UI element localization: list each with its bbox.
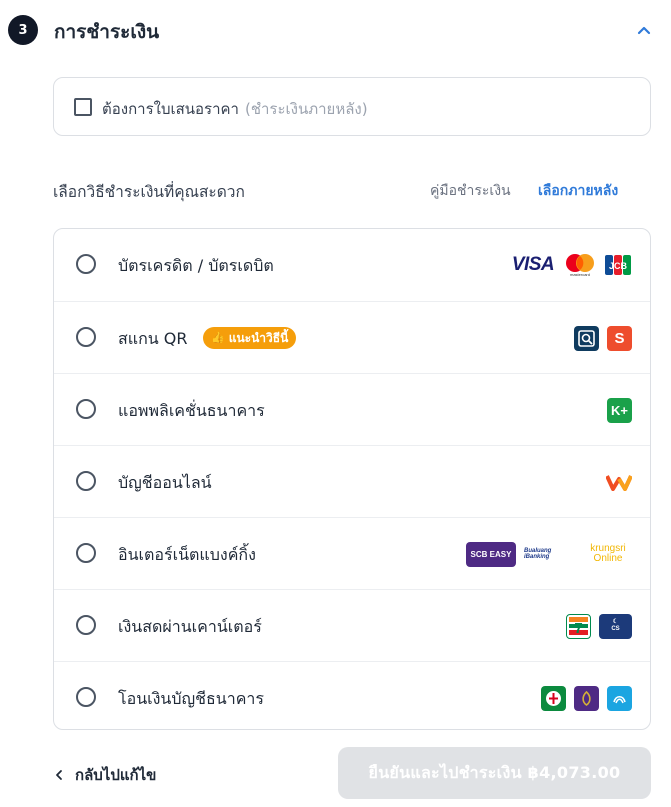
mastercard-icon: mastercard: [564, 253, 596, 277]
svg-text:JCB: JCB: [609, 261, 628, 271]
back-label: กลับไปแก้ไข: [75, 766, 157, 784]
chevron-up-icon: [637, 26, 651, 35]
jcb-icon: JCB: [604, 254, 632, 276]
radio-counter[interactable]: [76, 615, 96, 635]
choose-method-row: เลือกวิธีชำระเงินที่คุณสะดวก คู่มือชำระเ…: [53, 178, 651, 202]
radio-bank-app[interactable]: [76, 399, 96, 419]
back-to-edit-link[interactable]: กลับไปแก้ไข: [55, 763, 156, 787]
bualuang-ibanking-icon: Bualuang iBanking: [524, 548, 552, 560]
section-title: การชำระเงิน: [54, 21, 160, 43]
method-counter[interactable]: เงินสดผ่านเคาน์เตอร์ 7 ☾ CS: [54, 589, 650, 661]
recommended-badge: 👍 แนะนำวิธีนี้: [203, 327, 297, 349]
radio-credit-card[interactable]: [76, 254, 96, 274]
qr-scan-icon: [574, 325, 599, 351]
payment-guide-link[interactable]: คู่มือชำระเงิน: [430, 180, 511, 202]
collapse-button[interactable]: [633, 19, 655, 41]
method-bank-app[interactable]: แอพพลิเคชั่นธนาคาร K+: [54, 373, 650, 445]
quote-checkbox[interactable]: [74, 98, 92, 116]
krungsri-online-icon: krungsri Online: [590, 543, 626, 564]
confirm-pay-button[interactable]: ยืนยันและไปชำระเงิน ฿4,073.00: [338, 747, 651, 799]
w-wallet-icon: [605, 473, 633, 491]
choose-later-link[interactable]: เลือกภายหลัง: [538, 180, 618, 202]
recommended-label: แนะนำวิธีนี้: [228, 331, 289, 345]
ktb-icon: [607, 685, 632, 711]
svg-text:mastercard: mastercard: [570, 272, 590, 277]
method-label: แอพพลิเคชั่นธนาคาร: [118, 401, 265, 420]
quote-request-box[interactable]: ต้องการใบเสนอราคา (ชำระเงินภายหลัง): [53, 77, 651, 136]
chevron-left-icon: [56, 770, 62, 780]
counter-service-icon: ☾ CS: [599, 613, 632, 639]
scb-icon: [574, 685, 599, 711]
radio-internet-banking[interactable]: [76, 543, 96, 563]
payment-section-header: 3 การชำระเงิน: [8, 13, 663, 49]
method-internet-banking[interactable]: อินเตอร์เน็ตแบงค์กิ้ง SCB EASY Bualuang …: [54, 517, 650, 589]
method-credit-card[interactable]: บัตรเครดิต / บัตรเดบิต VISA mastercard J…: [54, 229, 650, 301]
svg-text:7: 7: [574, 620, 582, 637]
method-label: โอนเงินบัญชีธนาคาร: [118, 689, 264, 708]
kbank-icon: [541, 685, 566, 711]
7-eleven-icon: 7: [566, 613, 591, 639]
payment-methods-list: บัตรเครดิต / บัตรเดบิต VISA mastercard J…: [53, 228, 651, 730]
method-online-account[interactable]: บัญชีออนไลน์: [54, 445, 650, 517]
shopee-pay-icon: S: [607, 325, 632, 351]
method-label: อินเตอร์เน็ตแบงค์กิ้ง: [118, 545, 256, 564]
method-label: เงินสดผ่านเคาน์เตอร์: [118, 617, 262, 636]
method-qr[interactable]: สแกน QR 👍 แนะนำวิธีนี้ S: [54, 301, 650, 373]
method-bank-transfer[interactable]: โอนเงินบัญชีธนาคาร: [54, 661, 650, 729]
visa-icon: VISA: [511, 254, 555, 275]
method-label: สแกน QR: [118, 329, 188, 348]
radio-online-account[interactable]: [76, 471, 96, 491]
radio-qr[interactable]: [76, 327, 96, 347]
kplus-icon: K+: [607, 397, 632, 423]
radio-bank-transfer[interactable]: [76, 687, 96, 707]
scb-easy-icon: SCB EASY: [466, 541, 516, 567]
method-label: บัญชีออนไลน์: [118, 473, 212, 492]
step-number-badge: 3: [8, 15, 38, 45]
choose-method-label: เลือกวิธีชำระเงินที่คุณสะดวก: [53, 183, 245, 201]
quote-label: ต้องการใบเสนอราคา: [102, 100, 239, 118]
thumbs-up-icon: 👍: [211, 331, 225, 344]
method-label: บัตรเครดิต / บัตรเดบิต: [118, 256, 274, 275]
quote-hint: (ชำระเงินภายหลัง): [244, 100, 368, 118]
